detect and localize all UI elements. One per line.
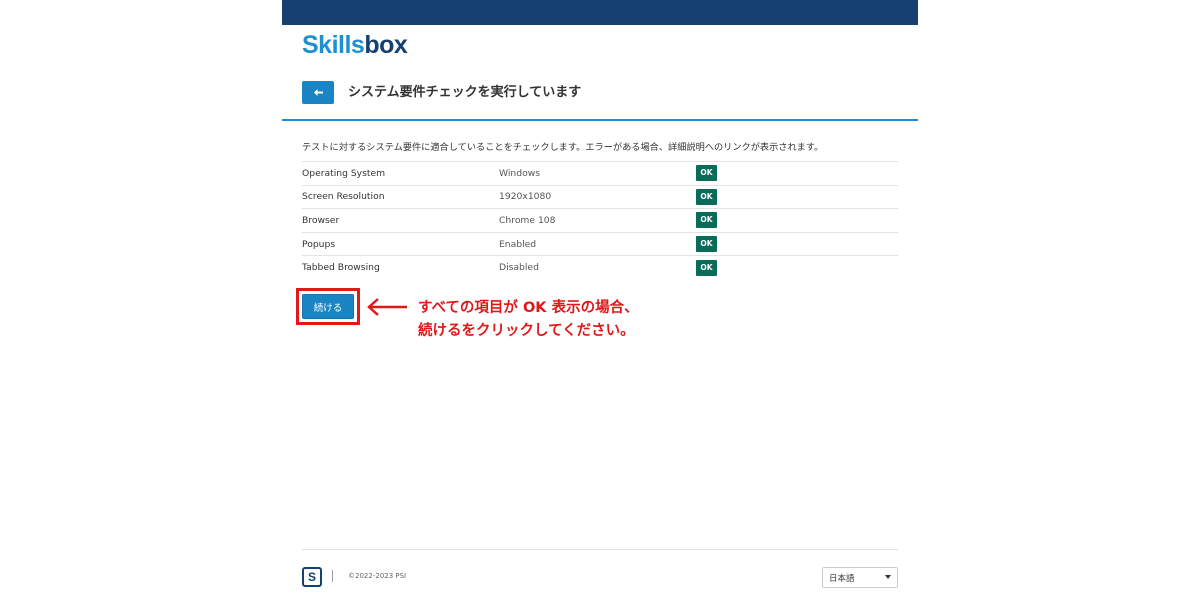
language-select-value: 日本語 <box>829 573 855 584</box>
table-row: Tabbed Browsing Disabled OK <box>302 255 898 280</box>
caret-down-icon <box>885 575 891 579</box>
status-badge: OK <box>696 212 717 229</box>
requirements-table: Operating System Windows OK Screen Resol… <box>302 161 898 279</box>
requirement-value: Chrome 108 <box>499 214 556 226</box>
skillsbox-logo: Skillsbox <box>302 31 408 59</box>
back-button[interactable] <box>302 81 334 104</box>
arrow-left-icon <box>313 89 323 96</box>
table-row: Popups Enabled OK <box>302 232 898 256</box>
requirement-value: Enabled <box>499 238 537 250</box>
footer-separator <box>332 570 333 582</box>
title-divider <box>282 119 918 121</box>
continue-button[interactable]: 続ける <box>302 294 354 319</box>
arrow-left-icon <box>367 298 407 316</box>
requirement-value: Windows <box>499 167 541 179</box>
status-badge: OK <box>696 236 717 253</box>
language-select[interactable]: 日本語 <box>822 567 898 588</box>
status-badge: OK <box>696 188 717 205</box>
requirement-value: Disabled <box>499 262 539 274</box>
table-row: Browser Chrome 108 OK <box>302 208 898 233</box>
requirement-value: 1920x1080 <box>499 191 552 203</box>
requirement-label: Browser <box>302 214 340 226</box>
intro-text: テストに対するシステム要件に適合していることをチェックします。エラーがある場合、… <box>302 142 824 153</box>
callout-line-1: すべての項目が OK 表示の場合、 <box>418 300 639 316</box>
page-title: システム要件チェックを実行しています <box>348 85 582 100</box>
psi-logo-icon: S <box>302 567 322 587</box>
footer-divider <box>302 549 898 550</box>
status-badge: OK <box>696 259 717 276</box>
copyright-text: ©2022-2023 PSI <box>348 572 407 580</box>
logo-text-box: box <box>364 31 408 59</box>
logo-text-skills: Skills <box>302 31 365 59</box>
requirement-label: Tabbed Browsing <box>302 262 380 274</box>
requirement-label: Popups <box>302 238 336 250</box>
requirement-label: Operating System <box>302 167 386 179</box>
requirement-label: Screen Resolution <box>302 191 385 203</box>
instruction-callout: すべての項目が OK 表示の場合、 続けるをクリックしてください。 <box>418 297 639 343</box>
top-bar <box>282 0 918 25</box>
callout-line-2: 続けるをクリックしてください。 <box>418 323 635 339</box>
status-badge: OK <box>696 165 717 182</box>
table-row: Screen Resolution 1920x1080 OK <box>302 185 898 209</box>
table-row: Operating System Windows OK <box>302 161 898 186</box>
